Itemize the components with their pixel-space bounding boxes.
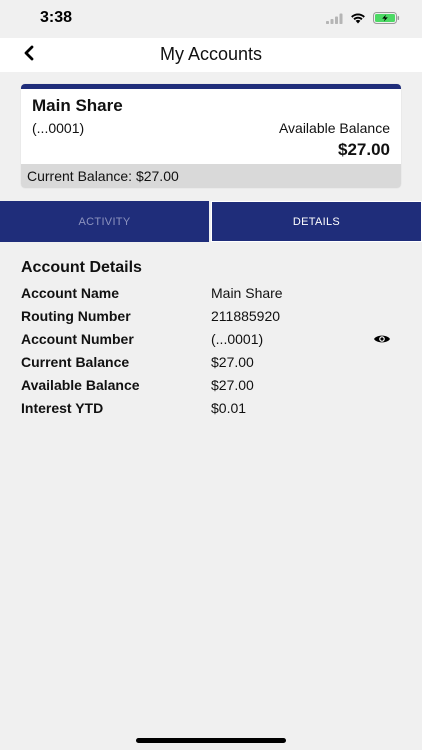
- tab-bar: ACTIVITY DETAILS: [0, 201, 422, 242]
- card-accent-bar: [21, 84, 401, 89]
- detail-value: $0.01: [211, 400, 247, 416]
- current-balance-footer: Current Balance: $27.00: [21, 164, 401, 188]
- nav-bar: My Accounts: [0, 38, 422, 72]
- detail-label: Account Name: [21, 285, 120, 301]
- detail-value: $27.00: [211, 354, 254, 370]
- detail-value: $27.00: [211, 377, 254, 393]
- detail-row-available-balance: Available Balance $27.00: [21, 377, 401, 397]
- battery-charging-icon: [373, 11, 400, 29]
- detail-value: 211885920: [211, 308, 281, 324]
- detail-label: Current Balance: [21, 354, 130, 370]
- account-name: Main Share: [32, 96, 123, 115]
- detail-row-current-balance: Current Balance $27.00: [21, 354, 401, 374]
- tab-activity[interactable]: ACTIVITY: [0, 201, 209, 242]
- home-indicator[interactable]: [136, 738, 286, 743]
- detail-row-routing-number: Routing Number 211885920: [21, 308, 401, 328]
- tab-details[interactable]: DETAILS: [211, 201, 422, 242]
- wifi-icon: [350, 11, 366, 29]
- detail-row-interest-ytd: Interest YTD $0.01: [21, 400, 401, 420]
- available-balance-value: $27.00: [338, 140, 390, 159]
- detail-value: Main Share: [211, 285, 283, 301]
- account-card[interactable]: Main Share (...0001) Available Balance $…: [21, 84, 401, 188]
- signal-icon: [326, 11, 343, 29]
- detail-row-account-number: Account Number (...0001): [21, 331, 401, 351]
- section-title: Account Details: [21, 259, 142, 276]
- eye-icon[interactable]: [373, 331, 391, 347]
- status-bar: 3:38: [0, 0, 422, 38]
- detail-label: Routing Number: [21, 308, 131, 324]
- detail-label: Account Number: [21, 331, 134, 347]
- detail-row-account-name: Account Name Main Share: [21, 285, 401, 305]
- status-icons: [326, 11, 400, 29]
- detail-label: Interest YTD: [21, 400, 104, 416]
- page-title: My Accounts: [159, 44, 263, 64]
- detail-label: Available Balance: [21, 377, 140, 393]
- account-number: (...0001): [32, 120, 85, 136]
- detail-value: (...0001): [211, 331, 264, 347]
- available-balance-label: Available Balance: [278, 120, 390, 136]
- status-time: 3:38: [40, 9, 73, 26]
